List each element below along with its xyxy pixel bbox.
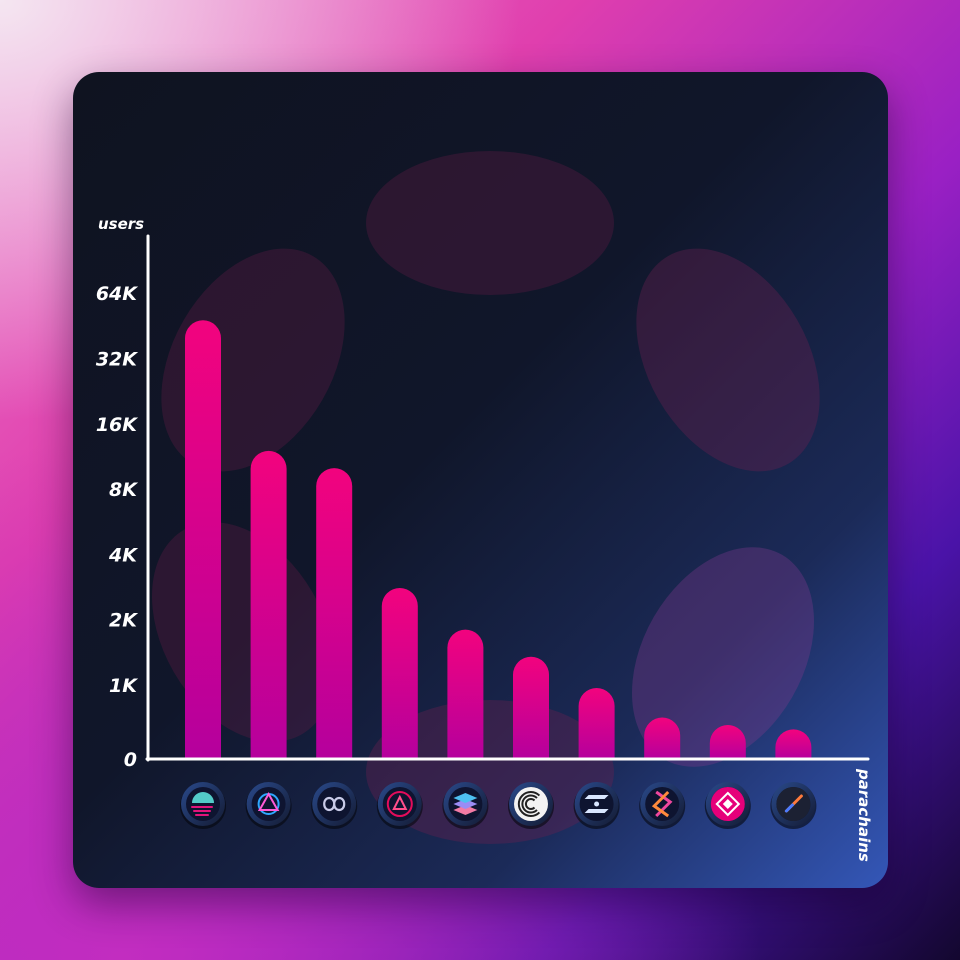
y-tick-label: 16K xyxy=(96,414,138,436)
bar-bifrost xyxy=(447,629,484,759)
bar-centrifuge xyxy=(513,656,549,759)
background-decoration xyxy=(152,151,820,844)
y-tick-label: 4K xyxy=(108,544,138,566)
y-tick-label: 32K xyxy=(96,349,138,371)
x-axis-title: parachains xyxy=(855,768,873,862)
y-axis-title: users xyxy=(98,215,144,233)
bar-astar xyxy=(250,450,287,759)
y-tick-label: 64K xyxy=(96,283,138,305)
parallel-icon xyxy=(311,782,358,829)
y-tick-label: 0 xyxy=(124,749,137,771)
y-tick-label: 1K xyxy=(109,675,138,697)
y-tick-label: 8K xyxy=(109,479,138,501)
acala-icon xyxy=(376,782,423,829)
polkadex-icon xyxy=(704,782,751,829)
bar-efinity xyxy=(578,687,615,759)
bar-moonbeam xyxy=(185,320,221,759)
efinity-icon xyxy=(573,782,620,829)
decor-dot-top xyxy=(366,151,614,295)
centrifuge-icon xyxy=(508,782,554,829)
y-tick-label: 2K xyxy=(109,610,138,632)
interlay-icon xyxy=(770,782,817,829)
bar-interlay xyxy=(775,729,812,759)
y-axis-ticks: 0 1K 2K 4K 8K 16K 32K 64K xyxy=(96,283,138,771)
decor-dot-upper-right xyxy=(636,248,820,472)
bar-acala xyxy=(381,588,418,759)
chart-svg: 0 1K 2K 4K 8K 16K 32K 64K users parachains xyxy=(96,151,873,862)
moonbeam-icon xyxy=(180,782,226,829)
bifrost-icon xyxy=(442,782,489,829)
hydradx-icon xyxy=(639,782,686,829)
astar-icon xyxy=(245,782,292,829)
bar-hydradx xyxy=(644,717,681,759)
chart-card: 0 1K 2K 4K 8K 16K 32K 64K users parachains xyxy=(73,72,888,888)
bar-parallel xyxy=(316,468,353,759)
